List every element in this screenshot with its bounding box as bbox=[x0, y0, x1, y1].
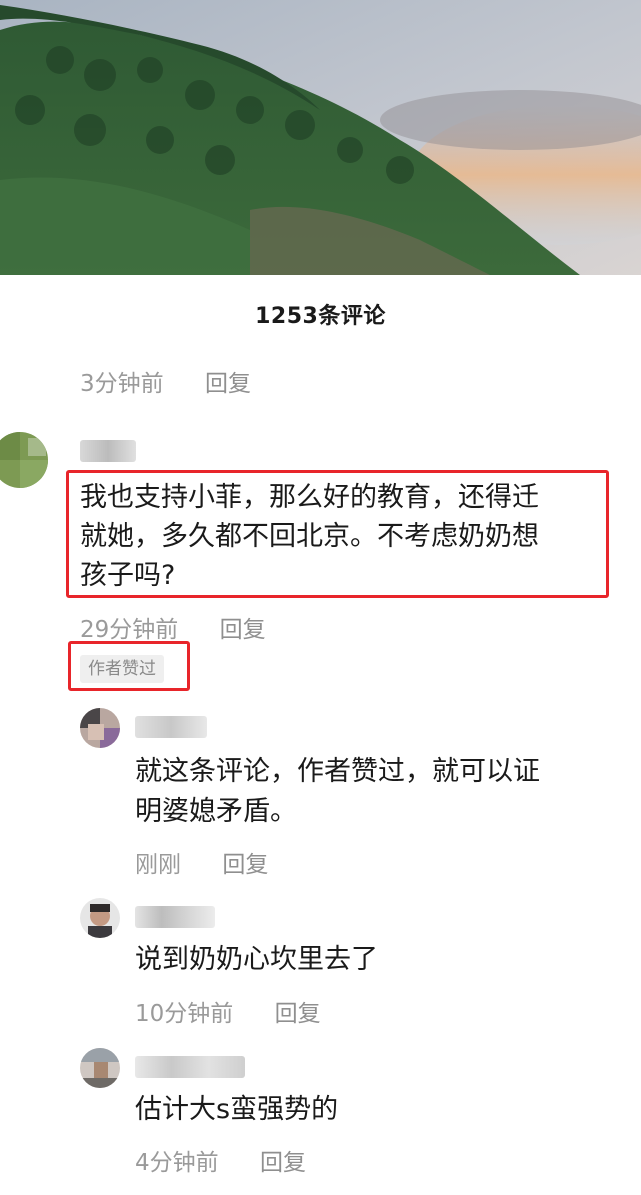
reply-button[interactable]: 回复 bbox=[220, 610, 266, 644]
comment-line: 我也支持小菲，那么好的教育，还得迁 bbox=[80, 482, 539, 513]
reply-time: 4分钟前 bbox=[135, 1150, 219, 1176]
reply-time: 刚刚 bbox=[135, 852, 181, 878]
comment-line: 就她，多久都不回北京。不考虑奶奶想 bbox=[80, 521, 539, 552]
username-blurred[interactable] bbox=[135, 716, 207, 738]
reply-line: 就这条评论，作者赞过，就可以证 bbox=[135, 756, 540, 787]
comment-text: 我也支持小菲，那么好的教育，还得迁 就她，多久都不回北京。不考虑奶奶想 孩子吗? bbox=[80, 478, 539, 595]
author-liked-badge: 作者赞过 bbox=[80, 655, 164, 683]
reply-meta: 10分钟前 回复 bbox=[135, 994, 321, 1028]
comment-meta: 29分钟前 回复 bbox=[80, 610, 266, 644]
reply-meta: 4分钟前 回复 bbox=[135, 1143, 306, 1177]
reply-line: 估计大s蛮强势的 bbox=[135, 1094, 339, 1125]
reply-button[interactable]: 回复 bbox=[205, 364, 251, 398]
landscape-photo bbox=[0, 0, 641, 275]
reply-time: 10分钟前 bbox=[135, 1001, 234, 1027]
comments-count-title: 1253条评论 bbox=[255, 304, 386, 329]
reply-text: 说到奶奶心坎里去了 bbox=[135, 940, 378, 979]
comment-time: 3分钟前 bbox=[80, 371, 164, 397]
reply-text: 就这条评论，作者赞过，就可以证 明婆媳矛盾。 bbox=[135, 752, 540, 832]
reply-button[interactable]: 回复 bbox=[275, 994, 321, 1028]
avatar[interactable] bbox=[80, 1048, 120, 1088]
reply-text: 估计大s蛮强势的 bbox=[135, 1090, 338, 1129]
username-blurred[interactable] bbox=[135, 1056, 245, 1078]
comment-time: 29分钟前 bbox=[80, 617, 179, 643]
avatar[interactable] bbox=[0, 432, 48, 488]
prev-comment-meta: 3分钟前 回复 bbox=[80, 364, 251, 398]
reply-line: 说到奶奶心坎里去了 bbox=[135, 944, 378, 975]
avatar[interactable] bbox=[80, 898, 120, 938]
reply-button[interactable]: 回复 bbox=[222, 845, 268, 879]
reply-line: 明婆媳矛盾。 bbox=[135, 796, 297, 827]
reply-meta: 刚刚 回复 bbox=[135, 845, 268, 879]
username-blurred[interactable] bbox=[135, 906, 215, 928]
reply-button[interactable]: 回复 bbox=[260, 1143, 306, 1177]
avatar[interactable] bbox=[80, 708, 120, 748]
comment-line: 孩子吗? bbox=[80, 560, 176, 591]
username-blurred[interactable] bbox=[80, 440, 136, 462]
